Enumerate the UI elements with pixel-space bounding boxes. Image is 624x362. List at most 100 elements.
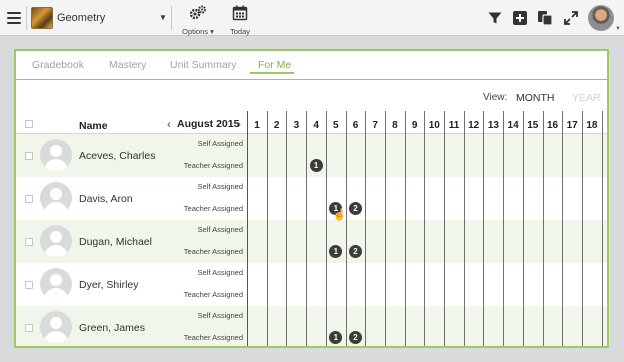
today-button[interactable]: Today — [228, 5, 252, 36]
tab-unit-summary[interactable]: Unit Summary — [170, 59, 237, 71]
options-caret-icon: ▾ — [210, 27, 214, 36]
row-checkbox[interactable] — [25, 324, 33, 332]
next-month-icon[interactable]: › — [237, 117, 241, 131]
tab-for-me[interactable]: For Me — [258, 59, 291, 71]
day-column-header: 17 — [566, 120, 578, 131]
name-column-header[interactable]: Name — [79, 120, 108, 132]
day-column-header: 15 — [527, 120, 539, 131]
user-avatar[interactable] — [588, 5, 614, 31]
active-tab-indicator — [250, 72, 294, 74]
student-name[interactable]: Green, James — [79, 322, 145, 334]
prev-month-icon[interactable]: ‹ — [167, 117, 171, 131]
day-column-header: 11 — [448, 120, 460, 131]
assignment-count-badge[interactable]: 2 — [349, 245, 362, 258]
teacher-assigned-label: Teacher Assigned — [183, 333, 243, 342]
self-assigned-label: Self Assigned — [197, 182, 243, 191]
day-gridline — [266, 111, 268, 346]
day-gridline — [404, 111, 406, 346]
day-gridline — [444, 111, 445, 346]
hamburger-menu-icon[interactable] — [4, 7, 24, 29]
student-avatar — [40, 311, 72, 343]
copy-icon[interactable] — [537, 10, 553, 26]
day-gridline — [522, 111, 524, 346]
student-avatar — [40, 268, 72, 300]
student-avatar — [40, 182, 72, 214]
teacher-assigned-label: Teacher Assigned — [183, 290, 243, 299]
view-year-toggle[interactable]: YEAR — [572, 92, 601, 104]
day-gridline — [365, 111, 367, 346]
day-gridline — [503, 111, 505, 346]
day-column-header: 10 — [428, 120, 440, 131]
today-label: Today — [229, 27, 250, 36]
day-column-header: 12 — [468, 120, 480, 131]
course-dropdown-caret-icon[interactable]: ▼ — [159, 13, 167, 22]
day-column-header: 4 — [313, 120, 319, 131]
student-name[interactable]: Davis, Aron — [79, 193, 133, 205]
toolbar-divider — [26, 6, 27, 30]
day-gridline — [542, 111, 544, 346]
course-name[interactable]: Geometry — [57, 12, 105, 24]
day-gridline — [581, 111, 583, 346]
course-thumbnail — [31, 7, 53, 29]
assignment-count-badge[interactable]: 2 — [349, 331, 362, 344]
student-avatar — [40, 139, 72, 171]
tab-bar: Gradebook Mastery Unit Summary For Me — [16, 51, 607, 80]
teacher-assigned-label: Teacher Assigned — [183, 247, 243, 256]
day-column-header: 18 — [586, 120, 598, 131]
day-column-header: 1 — [254, 120, 260, 131]
student-name[interactable]: Dyer, Shirley — [79, 279, 139, 291]
add-icon[interactable] — [512, 10, 528, 26]
tab-gradebook[interactable]: Gradebook — [32, 59, 84, 71]
day-gridline — [325, 111, 327, 346]
gears-icon — [189, 5, 206, 20]
day-column-header: 7 — [372, 120, 378, 131]
day-gridline — [345, 111, 347, 346]
calendar-icon — [232, 5, 248, 21]
assignment-count-badge[interactable]: 2 — [349, 202, 362, 215]
day-gridline — [306, 111, 308, 346]
select-all-checkbox[interactable] — [25, 120, 33, 128]
view-month-toggle[interactable]: MONTH — [516, 92, 555, 104]
day-gridline — [601, 111, 603, 346]
top-toolbar: Geometry ▼ Options ▾ Today ▼ — [0, 0, 624, 36]
day-column-header: 3 — [293, 120, 300, 131]
tab-mastery[interactable]: Mastery — [109, 59, 146, 71]
day-column-header: 16 — [546, 120, 559, 131]
view-label: View: — [483, 92, 508, 103]
self-assigned-label: Self Assigned — [197, 225, 243, 234]
mouse-pointer-icon: ☝ — [332, 209, 347, 221]
day-column-header: 14 — [507, 120, 519, 131]
day-gridline — [463, 111, 465, 346]
student-avatar — [40, 225, 72, 257]
day-column-header: 9 — [411, 120, 418, 131]
self-assigned-label: Self Assigned — [197, 311, 243, 320]
row-checkbox[interactable] — [25, 281, 33, 289]
day-gridline — [562, 111, 564, 346]
self-assigned-label: Self Assigned — [197, 139, 243, 148]
day-gridline — [247, 111, 248, 346]
options-button[interactable]: Options ▾ — [178, 5, 218, 36]
options-label: Options — [182, 27, 208, 36]
day-column-header: 8 — [392, 120, 398, 131]
student-name[interactable]: Dugan, Michael — [79, 236, 152, 248]
month-label: August 2015 — [177, 118, 240, 130]
row-checkbox[interactable] — [25, 152, 33, 160]
student-name[interactable]: Aceves, Charles — [79, 150, 155, 162]
day-column-header: 2 — [273, 120, 280, 131]
filter-icon[interactable] — [487, 10, 503, 26]
main-panel: Gradebook Mastery Unit Summary For Me Vi… — [14, 49, 609, 348]
self-assigned-label: Self Assigned — [197, 268, 243, 277]
teacher-assigned-label: Teacher Assigned — [183, 161, 243, 170]
assignment-count-badge[interactable]: 1 — [309, 159, 323, 172]
day-gridline — [483, 111, 485, 346]
header-divider — [16, 133, 607, 134]
day-column-header: 6 — [352, 120, 359, 131]
avatar-caret-icon[interactable]: ▼ — [615, 26, 621, 32]
row-checkbox[interactable] — [25, 238, 33, 246]
row-checkbox[interactable] — [25, 195, 33, 203]
expand-icon[interactable] — [563, 10, 579, 26]
toolbar-divider — [171, 6, 172, 30]
day-gridline — [424, 111, 426, 346]
day-gridline — [384, 111, 386, 346]
teacher-assigned-label: Teacher Assigned — [183, 204, 243, 213]
